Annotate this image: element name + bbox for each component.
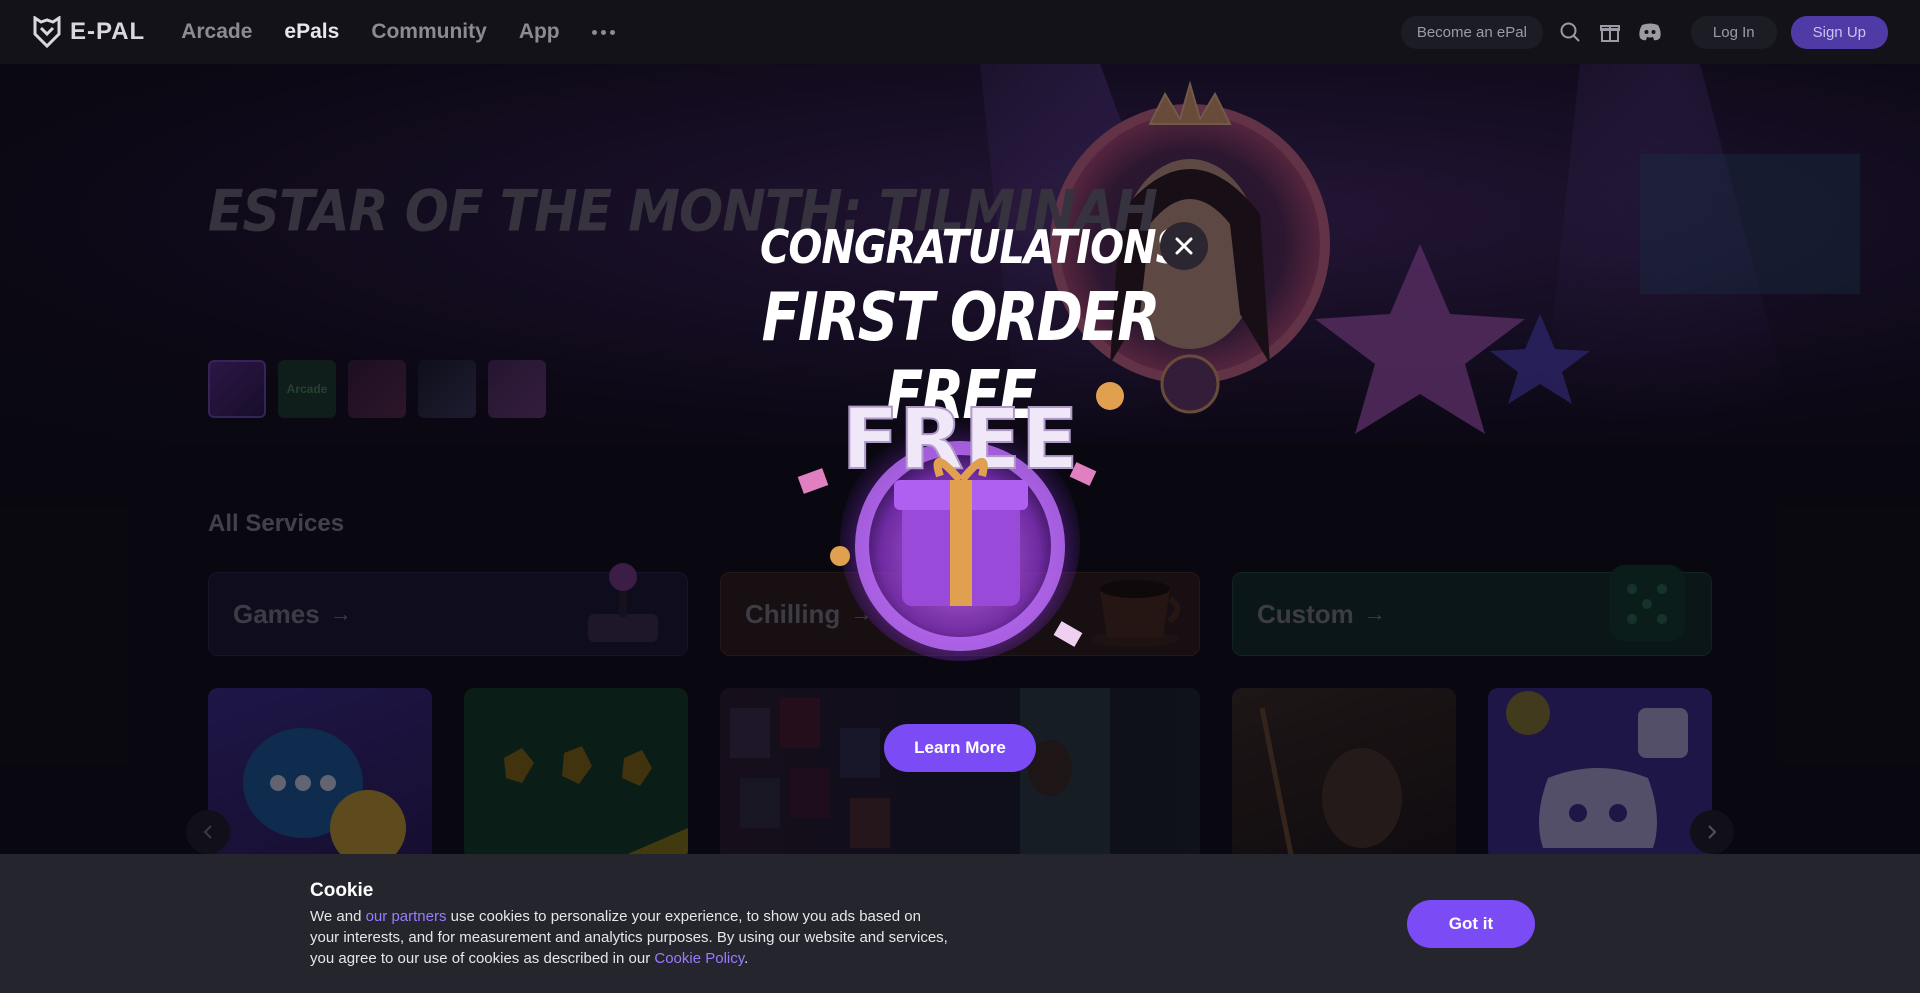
free-badge-text: FREE xyxy=(842,390,1079,488)
epal-logo[interactable]: E-PAL xyxy=(32,16,145,48)
discord-icon xyxy=(1506,691,1688,848)
cookie-banner: Cookie We and our partners use cookies t… xyxy=(0,854,1920,993)
top-header: E-PAL Arcade ePals Community App Become … xyxy=(0,0,1920,64)
gift-icon[interactable] xyxy=(1597,19,1623,45)
learn-more-button[interactable]: Learn More xyxy=(884,724,1036,772)
hero-thumbnails: Arcade xyxy=(208,360,546,418)
our-partners-link[interactable]: our partners xyxy=(366,908,447,925)
service-games-label: Games xyxy=(233,598,320,629)
header-actions: Become an ePal Log In Sign Up xyxy=(1400,15,1888,49)
nav-epals[interactable]: ePals xyxy=(284,20,339,44)
card-social[interactable] xyxy=(1488,688,1712,860)
logo-text: E-PAL xyxy=(70,18,146,45)
card-chat[interactable] xyxy=(208,688,432,860)
carousel-next-button[interactable] xyxy=(1690,810,1734,854)
card-character-art xyxy=(1259,707,1402,860)
page: E-PAL Arcade ePals Community App Become … xyxy=(0,0,1920,993)
arrow-right-icon: → xyxy=(329,601,352,626)
service-custom-label: Custom xyxy=(1257,598,1354,629)
all-services-title: All Services xyxy=(208,510,345,537)
main-nav: Arcade ePals Community App xyxy=(181,20,615,44)
card-games[interactable] xyxy=(464,688,688,860)
discord-icon[interactable] xyxy=(1637,19,1663,45)
promo-congrats: CONGRATULATIONS! xyxy=(760,221,1202,275)
more-menu-icon[interactable] xyxy=(591,29,615,35)
epal-logo-icon xyxy=(33,16,61,48)
service-games[interactable]: Games → xyxy=(208,563,688,656)
cookie-text-prefix: We and xyxy=(310,908,366,925)
hero-thumb-1[interactable] xyxy=(208,360,266,418)
login-button[interactable]: Log In xyxy=(1690,15,1777,49)
hero-thumb-2[interactable]: Arcade xyxy=(278,360,336,418)
free-gift-illustration: FREE xyxy=(797,382,1124,661)
dice-icon xyxy=(1609,565,1685,641)
card-character[interactable] xyxy=(1232,688,1456,860)
hero-thumb-5[interactable] xyxy=(488,360,546,418)
hero-thumb-4[interactable] xyxy=(418,360,476,418)
nav-community[interactable]: Community xyxy=(371,20,487,44)
cookie-text-suffix: . xyxy=(744,950,749,967)
close-modal-button[interactable] xyxy=(1160,222,1208,270)
chat-bubble-icon xyxy=(243,728,406,860)
cookie-text: We and our partners use cookies to perso… xyxy=(310,906,950,969)
nav-arcade[interactable]: Arcade xyxy=(181,20,252,44)
card-games-art xyxy=(504,746,688,860)
arrow-right-icon: → xyxy=(1363,601,1386,626)
become-epal-button[interactable]: Become an ePal xyxy=(1400,15,1543,49)
hero-thumb-2-label: Arcade xyxy=(286,382,328,396)
chevron-right-icon xyxy=(1708,825,1717,839)
carousel-prev-button[interactable] xyxy=(186,810,230,854)
got-it-button[interactable]: Got it xyxy=(1407,900,1535,948)
cookie-policy-link[interactable]: Cookie Policy xyxy=(654,950,744,967)
signup-button[interactable]: Sign Up xyxy=(1790,15,1888,49)
close-icon xyxy=(1175,237,1193,255)
chevron-left-icon xyxy=(203,825,212,839)
nav-app[interactable]: App xyxy=(519,20,560,44)
search-icon[interactable] xyxy=(1557,19,1583,45)
service-custom[interactable]: Custom → xyxy=(1232,565,1712,656)
cookie-title: Cookie xyxy=(310,880,374,901)
hero-thumb-3[interactable] xyxy=(348,360,406,418)
joystick-icon xyxy=(588,563,658,642)
